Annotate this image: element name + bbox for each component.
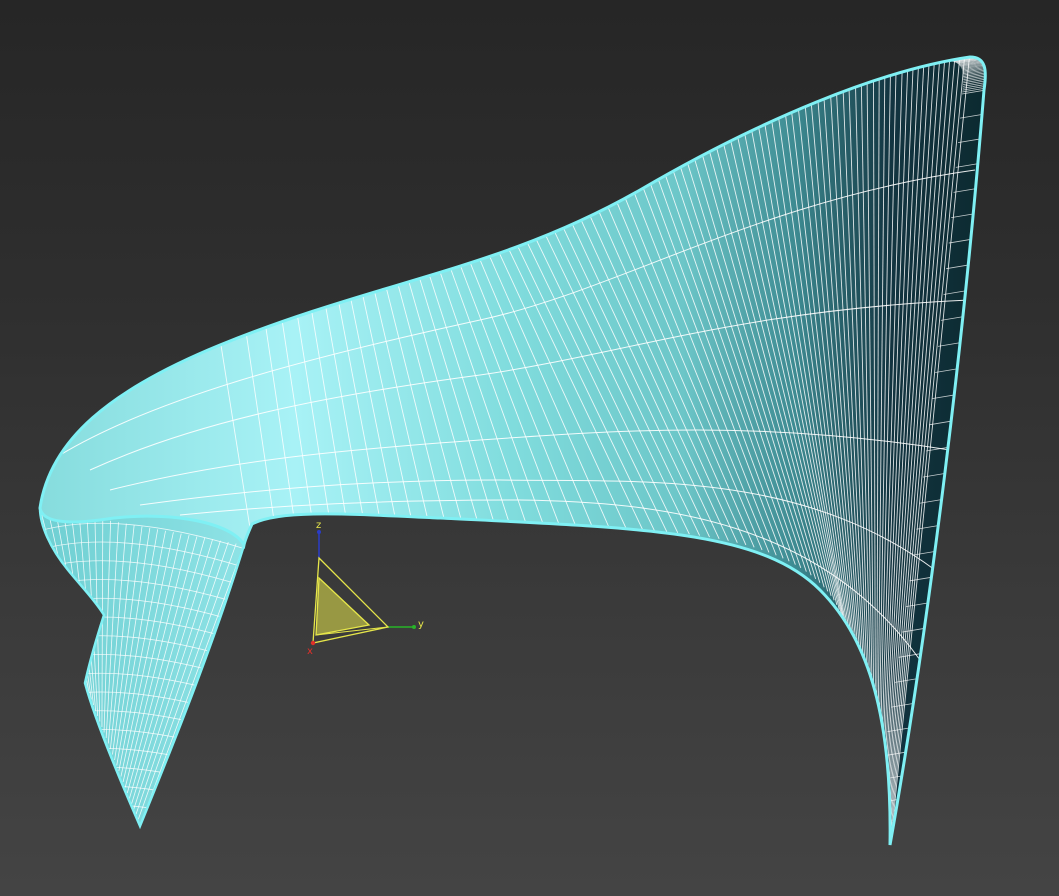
y-axis-handle[interactable] bbox=[412, 625, 416, 629]
gizmo-plane-highlight[interactable] bbox=[315, 576, 371, 636]
swept-surface[interactable] bbox=[38, 51, 987, 851]
z-axis-label: z bbox=[316, 520, 321, 531]
surface-fill[interactable] bbox=[40, 57, 986, 845]
transform-gizmo[interactable]: z y x bbox=[307, 520, 424, 657]
x-axis-label: x bbox=[307, 646, 313, 657]
scene-canvas[interactable]: z y x bbox=[0, 0, 1059, 896]
y-axis-label: y bbox=[418, 619, 424, 630]
3d-viewport[interactable]: z y x bbox=[0, 0, 1059, 896]
wire-edge-strip bbox=[867, 844, 893, 845]
surface-fold-fill[interactable] bbox=[40, 508, 244, 826]
x-axis-handle[interactable] bbox=[310, 640, 316, 646]
surface-fold[interactable] bbox=[30, 505, 260, 835]
